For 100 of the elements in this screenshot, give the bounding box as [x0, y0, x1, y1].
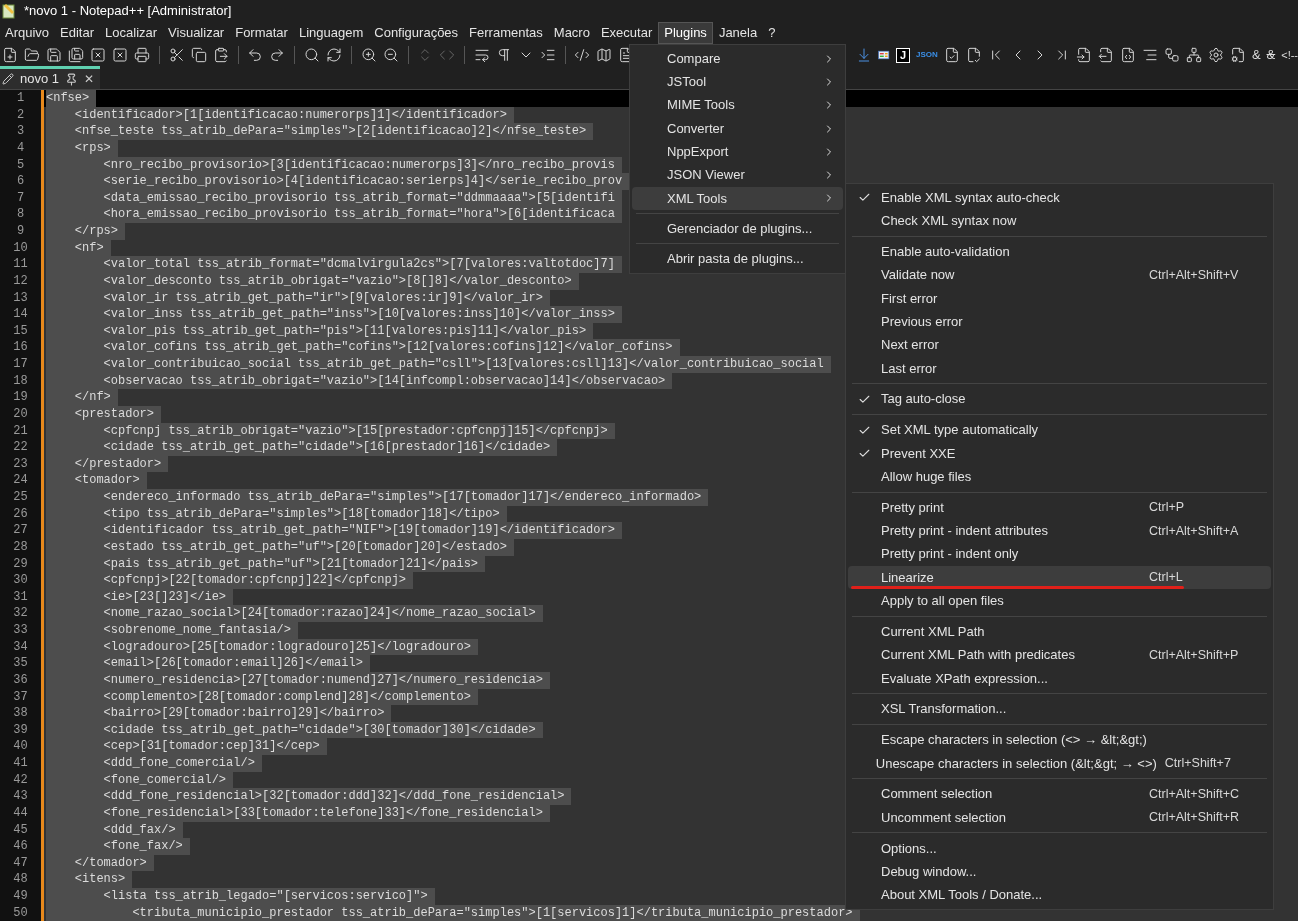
menu-item[interactable]: XML Tools: [632, 186, 843, 211]
file-check-icon[interactable]: [943, 47, 960, 63]
menu-item[interactable]: JSON Viewer: [632, 163, 843, 187]
menu-item[interactable]: Pretty print Ctrl+P: [848, 495, 1271, 520]
menu-label: Previous error: [881, 312, 963, 331]
menu-item[interactable]: Linearize Ctrl+L: [848, 565, 1271, 590]
code-icon[interactable]: [574, 47, 591, 63]
menu-item[interactable]: Linguagem: [293, 22, 369, 44]
menu-item[interactable]: Macro: [548, 22, 595, 44]
file-gear-icon[interactable]: [1229, 47, 1246, 63]
copy-icon[interactable]: [190, 47, 207, 63]
paste-icon[interactable]: [212, 47, 229, 63]
menu-item[interactable]: Validate now Ctrl+Alt+Shift+V: [848, 263, 1271, 287]
file-code-icon[interactable]: [1119, 47, 1136, 63]
menu-item[interactable]: Next error: [848, 333, 1271, 357]
menu-item[interactable]: Current XML Path: [848, 620, 1271, 644]
menu-item[interactable]: XSL Transformation...: [848, 697, 1271, 721]
menu-item[interactable]: Compare: [632, 47, 843, 71]
menu-item[interactable]: Localizar: [100, 22, 163, 44]
open-folder-icon[interactable]: [24, 47, 40, 63]
settings-icon[interactable]: [1207, 47, 1224, 63]
menu-item[interactable]: Editar: [55, 22, 100, 44]
menu-item[interactable]: Previous error: [848, 310, 1271, 334]
indent-icon[interactable]: [539, 47, 556, 63]
j-badge[interactable]: J: [895, 47, 911, 63]
menu-item[interactable]: Set XML type automatically: [848, 418, 1271, 442]
map-icon[interactable]: [596, 47, 613, 63]
menu-item[interactable]: Abrir pasta de plugins...: [632, 247, 843, 271]
document-tab[interactable]: novo 1 ✕: [0, 66, 101, 89]
menu-item[interactable]: Janela: [713, 22, 763, 44]
menu-item[interactable]: Executar: [595, 22, 658, 44]
zoom-out-icon[interactable]: [382, 47, 399, 63]
menu-label: JSON Viewer: [667, 166, 746, 185]
menu-item[interactable]: Formatar: [230, 22, 293, 44]
menu-item[interactable]: Escape characters in selection (<> → &lt;&gt;): [848, 728, 1271, 752]
word-wrap-icon[interactable]: [473, 47, 490, 63]
menu-item[interactable]: Enable auto-validation: [848, 240, 1271, 264]
network-icon[interactable]: [1185, 47, 1202, 63]
shortcut-label: Ctrl+Shift+7: [1164, 754, 1232, 772]
menu-item[interactable]: ?: [763, 22, 781, 44]
menu-item[interactable]: Apply to all open files: [848, 589, 1271, 613]
menu-item[interactable]: Comment selection Ctrl+Alt+Shift+C: [848, 782, 1271, 806]
save-all-icon[interactable]: [68, 47, 84, 63]
menu-item[interactable]: MIME Tools: [632, 93, 843, 117]
menu-item[interactable]: Plugins: [658, 22, 713, 44]
menu-item[interactable]: Visualizar: [163, 22, 230, 44]
menu-item[interactable]: Evaluate XPath expression...: [848, 666, 1271, 690]
close-icon[interactable]: [90, 47, 106, 63]
search-icon[interactable]: [303, 47, 320, 63]
file-input-icon[interactable]: [1075, 47, 1092, 63]
menu-item[interactable]: JSTool: [632, 70, 843, 94]
workflow-icon[interactable]: [1163, 47, 1180, 63]
menu-item[interactable]: Tag auto-close: [848, 387, 1271, 411]
pencil-icon: [2, 73, 14, 85]
align-icon[interactable]: [1141, 47, 1158, 63]
menu-item[interactable]: Prevent XXE: [848, 441, 1271, 466]
json-badge[interactable]: JSON: [916, 51, 938, 59]
menu-item[interactable]: Pretty print - indent only: [848, 542, 1271, 566]
cut-icon[interactable]: [168, 47, 185, 63]
redo-icon[interactable]: [269, 47, 286, 63]
menu-item[interactable]: Allow huge files: [848, 465, 1271, 489]
menu-item[interactable]: Last error: [848, 356, 1271, 380]
menu-item[interactable]: Uncomment selection Ctrl+Alt+Shift+R: [848, 805, 1271, 830]
close-all-icon[interactable]: [112, 47, 128, 63]
menu-item[interactable]: Configurações: [369, 22, 464, 44]
menu-label: Enable XML syntax auto-check: [881, 188, 1060, 207]
pin-icon[interactable]: [65, 72, 79, 86]
file-output-icon[interactable]: [1097, 47, 1114, 63]
menu-item[interactable]: Pretty print - indent attributes Ctrl+Alt+Shift+A: [848, 519, 1271, 543]
menu-item[interactable]: Arquivo: [0, 22, 55, 44]
menu-label: Enable auto-validation: [881, 243, 1010, 262]
new-file-icon[interactable]: [2, 47, 18, 63]
menu-item[interactable]: Converter: [632, 116, 843, 141]
ampersand-glyph[interactable]: &: [1266, 45, 1276, 65]
menu-item[interactable]: About XML Tools / Donate...: [848, 883, 1271, 907]
undo-icon[interactable]: [247, 47, 264, 63]
replace-icon[interactable]: [325, 47, 342, 63]
menu-item[interactable]: Options...: [848, 836, 1271, 861]
comment-glyph[interactable]: <!--: [1281, 46, 1298, 64]
ampersand-glyph[interactable]: &: [1251, 45, 1261, 65]
menu-item[interactable]: Current XML Path with predicates Ctrl+Alt+Shift+P: [848, 643, 1271, 667]
menu-item[interactable]: Ferramentas: [464, 22, 548, 44]
line-number: 2: [16, 106, 25, 124]
menu-item[interactable]: Debug window...: [848, 860, 1271, 884]
close-tab-button[interactable]: ✕: [84, 70, 95, 88]
zoom-in-icon[interactable]: [360, 47, 377, 63]
menu-item[interactable]: Check XML syntax now: [848, 209, 1271, 233]
file-check-icon[interactable]: [965, 47, 982, 63]
menu-item[interactable]: Unescape characters in selection (&lt;&gt; → <>) Ctrl+Shift+7: [848, 751, 1271, 775]
menu-item[interactable]: NppExport: [632, 140, 843, 164]
menu-label: First error: [881, 289, 938, 308]
save-icon[interactable]: [46, 47, 62, 63]
menu-item[interactable]: Gerenciador de plugins...: [632, 217, 843, 241]
line-number: 40: [13, 738, 28, 755]
menu-item[interactable]: Enable XML syntax auto-check: [848, 186, 1271, 210]
menu-label: Validate now: [881, 266, 955, 285]
line-number: 49: [13, 888, 28, 905]
line-number: 45: [13, 821, 28, 839]
menu-item[interactable]: First error: [848, 286, 1271, 311]
print-icon[interactable]: [134, 47, 150, 63]
